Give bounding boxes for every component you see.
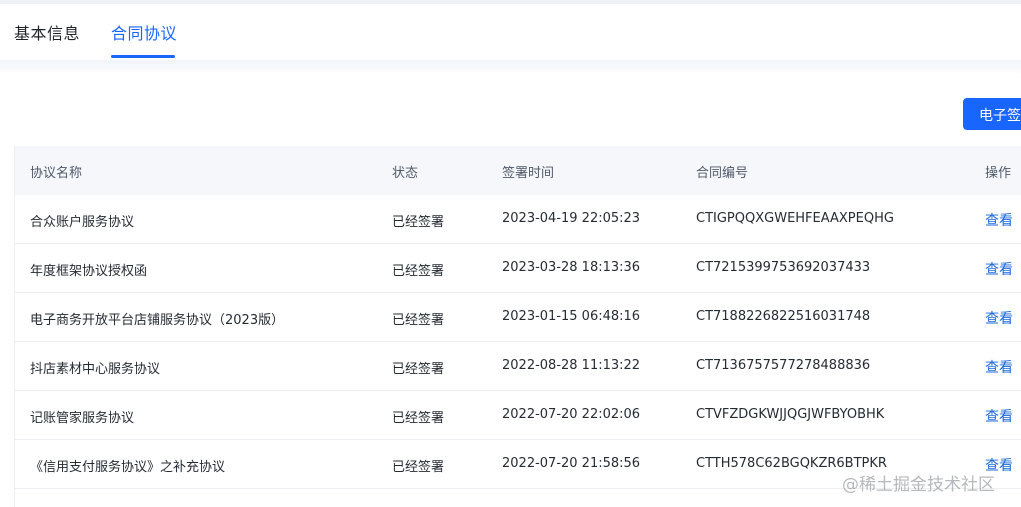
tab-bar: 基本信息 合同协议 <box>0 4 1021 60</box>
row-status: 已经签署 <box>392 362 445 377</box>
section-divider-band <box>0 60 1021 74</box>
table-row: 记账管家服务协议 已经签署 2022-07-20 22:02:06 CTVFZD… <box>15 391 1021 440</box>
view-link[interactable]: 查看 <box>985 259 1013 279</box>
view-link[interactable]: 查看 <box>985 308 1013 328</box>
row-time: 2022-07-20 21:58:56 <box>502 456 641 471</box>
row-contract-no: CT7136757577278488836 <box>696 358 871 373</box>
row-name: 电子商务开放平台店铺服务协议（2023版） <box>30 313 285 328</box>
header-name: 协议名称 <box>30 166 83 181</box>
row-contract-no: CTTH578C62BGQKZR6BTPKR <box>696 456 887 471</box>
header-status: 状态 <box>392 166 419 181</box>
row-status: 已经签署 <box>392 313 445 328</box>
table-row: 抖店素材中心服务协议 已经签署 2022-08-28 11:13:22 CT71… <box>15 342 1021 391</box>
row-name: 年度框架协议授权函 <box>30 264 148 279</box>
view-link[interactable]: 查看 <box>985 406 1013 426</box>
row-time: 2023-01-15 06:48:16 <box>502 309 641 324</box>
view-link[interactable]: 查看 <box>985 210 1013 230</box>
view-link[interactable]: 查看 <box>985 357 1013 377</box>
agreements-table: 协议名称 状态 签署时间 合同编号 操作 合众账户服务协议 已经签署 2023-… <box>14 146 1021 507</box>
esign-button[interactable]: 电子签 <box>963 98 1021 130</box>
header-time: 签署时间 <box>502 166 555 181</box>
row-contract-no: CT7188226822516031748 <box>696 309 871 324</box>
row-name: 记账管家服务协议 <box>30 411 135 426</box>
tab-contract-agreements[interactable]: 合同协议 <box>111 20 177 44</box>
row-time: 2023-03-28 18:13:36 <box>502 260 641 275</box>
row-contract-no: CTIGPQQXGWEHFEAAXPEQHG <box>696 211 894 226</box>
table-row: 合众账户服务协议 已经签署 2023-04-19 22:05:23 CTIGPQ… <box>15 195 1021 244</box>
row-name: 合众账户服务协议 <box>30 215 135 230</box>
table-row: 年度框架协议授权函 已经签署 2023-03-28 18:13:36 CT721… <box>15 244 1021 293</box>
header-action: 操作 <box>985 166 1012 181</box>
row-status: 已经签署 <box>392 460 445 475</box>
active-tab-indicator <box>111 55 175 58</box>
row-name: 《信用支付服务协议》之补充协议 <box>30 460 226 475</box>
row-status: 已经签署 <box>392 215 445 230</box>
tab-basic-info[interactable]: 基本信息 <box>14 20 80 44</box>
row-status: 已经签署 <box>392 264 445 279</box>
header-contract-no: 合同编号 <box>696 166 749 181</box>
row-time: 2022-08-28 11:13:22 <box>502 358 641 373</box>
row-contract-no: CT7215399753692037433 <box>696 260 871 275</box>
table-row: 电子商务开放平台店铺服务协议（2023版） 已经签署 2023-01-15 06… <box>15 293 1021 342</box>
row-time: 2022-07-20 22:02:06 <box>502 407 641 422</box>
table-header: 协议名称 状态 签署时间 合同编号 操作 <box>15 146 1021 195</box>
row-name: 抖店素材中心服务协议 <box>30 362 161 377</box>
row-time: 2023-04-19 22:05:23 <box>502 211 641 226</box>
row-status: 已经签署 <box>392 411 445 426</box>
row-contract-no: CTVFZDGKWJJQGJWFBYOBHK <box>696 407 885 422</box>
watermark: @稀土掘金技术社区 <box>842 475 995 495</box>
